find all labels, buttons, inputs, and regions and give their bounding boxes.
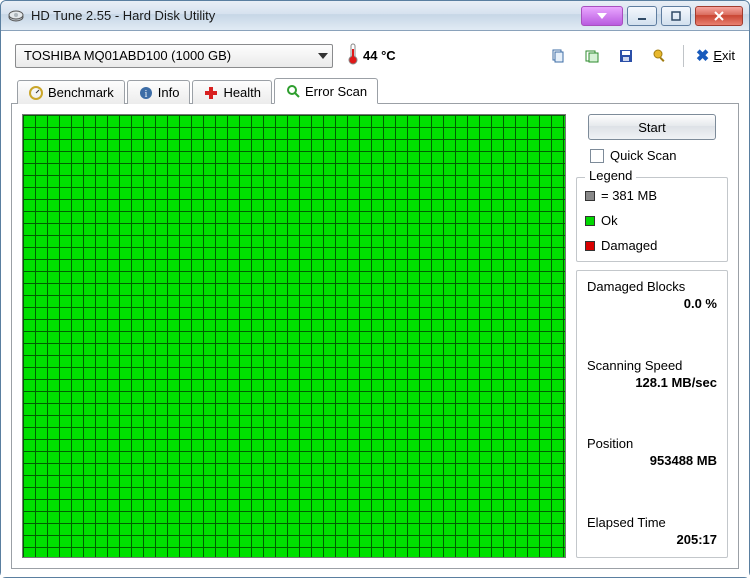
stat-position-label: Position [587,436,717,451]
error-scan-panel: Start Quick Scan Legend = 381 MB Ok D [11,104,739,569]
stat-scanning-speed: Scanning Speed 128.1 MB/sec [587,358,717,390]
quick-scan-label: Quick Scan [610,148,676,163]
tab-error-scan-label: Error Scan [305,84,367,99]
stat-position: Position 953488 MB [587,436,717,468]
start-button[interactable]: Start [588,114,716,140]
tab-health-label: Health [223,85,261,100]
close-button[interactable] [695,6,743,26]
scan-block-map [22,114,566,558]
toolbar: ✖ Exit [547,45,735,67]
legend-ok-label: Ok [601,213,618,228]
stat-scanning-speed-label: Scanning Speed [587,358,717,373]
stat-damaged-blocks: Damaged Blocks 0.0 % [587,279,717,311]
tab-info[interactable]: i Info [127,80,191,104]
save-button[interactable] [615,45,637,67]
tab-benchmark[interactable]: Benchmark [17,80,125,104]
stat-position-value: 953488 MB [587,453,717,468]
start-button-label: Start [638,120,665,135]
stat-elapsed-time: Elapsed Time 205:17 [587,515,717,547]
legend-ok-swatch [585,216,595,226]
scan-map-grid [23,115,565,557]
copy-screenshot-button[interactable] [581,45,603,67]
gauge-icon [28,85,44,101]
drive-select[interactable]: TOSHIBA MQ01ABD100 (1000 GB) [15,44,333,68]
exit-button[interactable]: ✖ Exit [696,46,735,66]
minimize-button[interactable] [627,6,657,26]
top-controls-row: TOSHIBA MQ01ABD100 (1000 GB) 44 °C [11,39,739,78]
stat-elapsed-time-label: Elapsed Time [587,515,717,530]
quick-scan-checkbox[interactable] [590,149,604,163]
stat-elapsed-time-value: 205:17 [587,532,717,547]
tab-health[interactable]: Health [192,80,272,104]
app-icon [7,7,25,25]
window-title: HD Tune 2.55 - Hard Disk Utility [31,8,581,23]
legend-box: Legend = 381 MB Ok Damaged [576,177,728,262]
legend-blocksize-label: = 381 MB [601,188,657,203]
options-button[interactable] [649,45,671,67]
tab-info-label: Info [158,85,180,100]
drive-select-value: TOSHIBA MQ01ABD100 (1000 GB) [24,48,231,63]
info-icon: i [138,85,154,101]
tab-bar: Benchmark i Info Health Error Scan [11,78,739,104]
exit-label: Exit [713,48,735,63]
extra-window-button[interactable] [581,6,623,26]
temperature-readout: 44 °C [347,43,396,68]
legend-damaged-swatch [585,241,595,251]
temperature-value: 44 °C [363,48,396,63]
tab-benchmark-label: Benchmark [48,85,114,100]
stat-damaged-blocks-label: Damaged Blocks [587,279,717,294]
svg-text:i: i [144,89,147,100]
stat-scanning-speed-value: 128.1 MB/sec [587,375,717,390]
health-icon [203,85,219,101]
scan-side-panel: Start Quick Scan Legend = 381 MB Ok D [576,114,728,558]
window-titlebar: HD Tune 2.55 - Hard Disk Utility [1,1,749,31]
stat-damaged-blocks-value: 0.0 % [587,296,717,311]
legend-damaged-label: Damaged [601,238,657,253]
exit-icon: ✖ [696,46,709,66]
quick-scan-option[interactable]: Quick Scan [576,148,728,163]
magnifier-icon [285,83,301,99]
legend-title: Legend [585,168,636,183]
toolbar-separator [683,45,684,67]
stats-box: Damaged Blocks 0.0 % Scanning Speed 128.… [576,270,728,558]
maximize-button[interactable] [661,6,691,26]
tab-error-scan[interactable]: Error Scan [274,78,378,104]
chevron-down-icon [318,53,328,59]
copy-info-button[interactable] [547,45,569,67]
thermometer-icon [347,43,359,68]
legend-unscanned-swatch [585,191,595,201]
